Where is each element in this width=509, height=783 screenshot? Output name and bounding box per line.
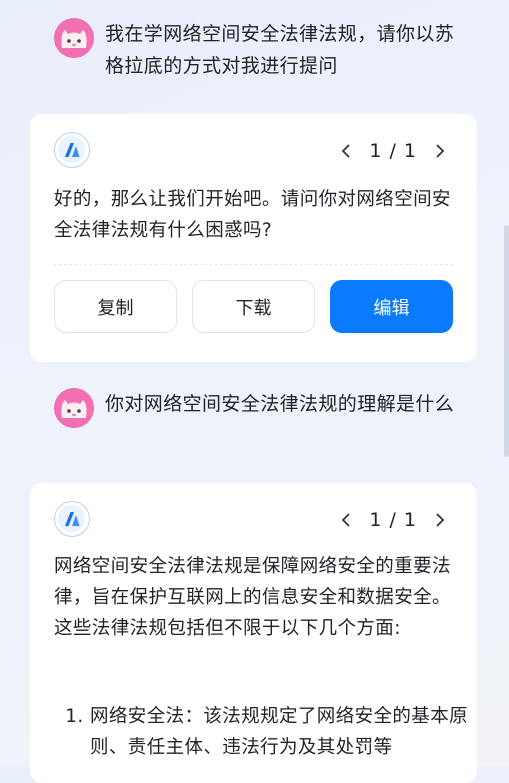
cat-avatar-icon bbox=[54, 388, 94, 428]
user-message-text: 我在学网络空间安全法律法规，请你以苏格拉底的方式对我进行提问 bbox=[105, 23, 455, 77]
user-message-text: 你对网络空间安全法律法规的理解是什么 bbox=[105, 393, 455, 415]
ai-logo-icon bbox=[54, 501, 90, 537]
chevron-right-icon[interactable] bbox=[427, 507, 453, 533]
copy-button[interactable]: 复制 bbox=[54, 280, 177, 333]
response-pager: 1 / 1 bbox=[333, 138, 453, 164]
user-message: 你对网络空间安全法律法规的理解是什么 bbox=[0, 388, 480, 460]
assistant-message-card: 1 / 1 网络空间安全法律法规是保障网络安全的重要法律，旨在保护互联网上的信息… bbox=[30, 483, 477, 783]
divider bbox=[54, 264, 453, 265]
user-message: 我在学网络空间安全法律法规，请你以苏格拉底的方式对我进行提问 bbox=[0, 18, 480, 90]
scrollbar-thumb[interactable] bbox=[504, 225, 509, 457]
download-button[interactable]: 下载 bbox=[192, 280, 315, 333]
list-item: 网络安全法：该法规规定了网络安全的基本原则、责任主体、违法行为及其处罚等 bbox=[90, 701, 490, 763]
chevron-left-icon[interactable] bbox=[333, 138, 359, 164]
ai-logo-icon bbox=[54, 132, 90, 168]
assistant-message-card: 1 / 1 好的，那么让我们开始吧。请问你对网络空间安全法律法规有什么困惑吗? … bbox=[30, 114, 477, 362]
scrollbar[interactable] bbox=[503, 0, 509, 766]
answer-list: 网络安全法：该法规规定了网络安全的基本原则、责任主体、违法行为及其处罚等 bbox=[54, 701, 490, 763]
edit-button[interactable]: 编辑 bbox=[330, 280, 453, 333]
chevron-right-icon[interactable] bbox=[427, 138, 453, 164]
assistant-message-text: 好的，那么让我们开始吧。请问你对网络空间安全法律法规有什么困惑吗? bbox=[54, 189, 451, 241]
pager-count: 1 / 1 bbox=[369, 509, 417, 531]
pager-count: 1 / 1 bbox=[369, 140, 417, 162]
chevron-left-icon[interactable] bbox=[333, 507, 359, 533]
assistant-message-text: 网络空间安全法律法规是保障网络安全的重要法律，旨在保护互联网上的信息安全和数据安… bbox=[54, 556, 451, 639]
response-pager: 1 / 1 bbox=[333, 507, 453, 533]
cat-avatar-icon bbox=[54, 18, 94, 58]
